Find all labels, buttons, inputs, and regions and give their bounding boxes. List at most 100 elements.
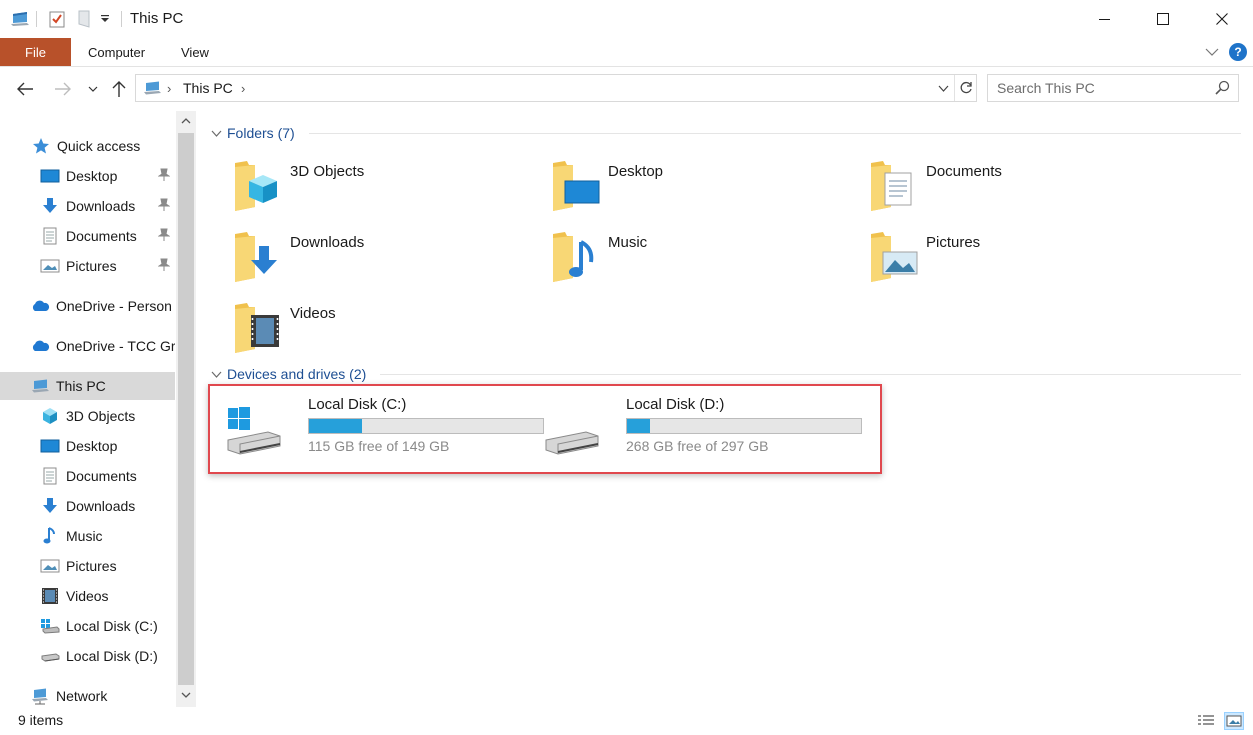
drive-icon <box>40 646 60 666</box>
sidebar-item-music[interactable]: Music <box>0 522 175 550</box>
minimize-icon <box>1099 19 1110 20</box>
desktop-icon <box>40 166 60 186</box>
new-folder-icon[interactable] <box>74 10 94 28</box>
group-divider <box>309 133 1241 134</box>
forward-arrow-icon <box>55 82 71 96</box>
sidebar-item-this-pc[interactable]: This PC <box>0 372 175 400</box>
refresh-button[interactable] <box>954 75 976 101</box>
address-dropdown-button[interactable] <box>934 75 952 101</box>
breadcrumb-this-pc[interactable]: This PC <box>183 80 233 96</box>
folder-documents[interactable]: Documents <box>869 157 1169 219</box>
scrollbar-thumb[interactable] <box>178 133 194 685</box>
sidebar-item-desktop-pinned[interactable]: Desktop <box>0 162 175 190</box>
tab-view[interactable]: View <box>181 38 209 66</box>
help-icon[interactable]: ? <box>1229 43 1247 61</box>
folder-videos[interactable]: Videos <box>233 299 533 361</box>
pin-icon[interactable] <box>158 198 170 212</box>
film-icon <box>40 586 60 606</box>
tab-computer[interactable]: Computer <box>88 38 145 66</box>
chevron-down-icon <box>88 86 98 92</box>
sidebar-item-documents-pinned[interactable]: Documents <box>0 222 175 250</box>
document-icon <box>40 226 60 246</box>
sidebar-item-quick-access[interactable]: Quick access <box>0 132 175 160</box>
navigation-bar: › This PC › <box>0 67 1253 111</box>
onedrive-icon <box>30 336 50 356</box>
sidebar-item-pictures[interactable]: Pictures <box>0 552 175 580</box>
tab-file[interactable]: File <box>0 38 71 66</box>
back-button[interactable] <box>12 77 38 101</box>
pin-icon[interactable] <box>158 258 170 272</box>
folders-group-header[interactable]: Folders (7) <box>209 123 295 143</box>
windows-drive-icon <box>40 616 60 636</box>
sidebar-item-onedrive-personal[interactable]: OneDrive - Person <box>0 292 175 320</box>
up-button[interactable] <box>108 77 130 101</box>
sidebar-item-pictures-pinned[interactable]: Pictures <box>0 252 175 280</box>
breadcrumb-chevron-icon[interactable]: › <box>241 81 245 96</box>
document-icon <box>40 466 60 486</box>
large-icons-view-icon[interactable] <box>1224 712 1244 730</box>
search-icon[interactable] <box>1215 80 1230 98</box>
breadcrumb-chevron-icon[interactable]: › <box>167 81 171 96</box>
minimize-button[interactable] <box>1082 0 1128 38</box>
pictures-icon <box>40 256 60 276</box>
group-divider <box>380 374 1241 375</box>
up-arrow-icon <box>112 81 126 97</box>
sidebar-item-local-disk-d[interactable]: Local Disk (D:) <box>0 642 175 670</box>
address-bar[interactable]: › This PC › <box>135 74 977 102</box>
customize-toolbar-icon[interactable] <box>98 10 112 28</box>
forward-button[interactable] <box>50 77 76 101</box>
content-pane: Folders (7) 3D Objects Desktop Documents… <box>197 111 1253 707</box>
sidebar-scrollbar[interactable] <box>176 111 196 707</box>
folder-desktop-icon <box>553 161 600 211</box>
status-bar: 9 items <box>0 707 1253 735</box>
properties-icon[interactable] <box>46 10 68 28</box>
folder-downloads[interactable]: Downloads <box>233 228 533 290</box>
computer-icon <box>143 81 163 98</box>
onedrive-icon <box>30 296 50 316</box>
folder-pictures[interactable]: Pictures <box>869 228 1169 290</box>
pictures-icon <box>40 556 60 576</box>
folder-pictures-icon <box>871 232 918 282</box>
ribbon: File Computer View ? <box>0 38 1253 67</box>
folder-music[interactable]: Music <box>551 228 851 290</box>
scroll-down-arrow-icon[interactable] <box>176 685 196 705</box>
sidebar-item-3d-objects[interactable]: 3D Objects <box>0 402 175 430</box>
sidebar-item-documents[interactable]: Documents <box>0 462 175 490</box>
folder-downloads-icon <box>235 232 277 282</box>
close-button[interactable] <box>1199 0 1245 38</box>
back-arrow-icon <box>17 82 33 96</box>
recent-locations-button[interactable] <box>85 77 101 101</box>
search-input[interactable] <box>988 75 1208 101</box>
star-icon <box>31 136 51 156</box>
folder-music-icon <box>553 232 594 282</box>
desktop-icon <box>40 436 60 456</box>
pin-icon[interactable] <box>158 168 170 182</box>
scroll-up-arrow-icon[interactable] <box>176 111 196 131</box>
details-view-icon[interactable] <box>1196 712 1216 730</box>
devices-group-header[interactable]: Devices and drives (2) <box>209 364 366 384</box>
maximize-button[interactable] <box>1140 0 1186 38</box>
download-icon <box>40 496 60 516</box>
download-icon <box>40 196 60 216</box>
folder-videos-icon <box>235 303 279 353</box>
sidebar-item-videos[interactable]: Videos <box>0 582 175 610</box>
search-box[interactable] <box>987 74 1239 102</box>
sidebar-item-network[interactable]: Network <box>0 682 175 710</box>
folder-documents-icon <box>871 161 912 211</box>
sidebar-item-downloads-pinned[interactable]: Downloads <box>0 192 175 220</box>
cube-icon <box>40 406 60 426</box>
folder-desktop[interactable]: Desktop <box>551 157 851 219</box>
sidebar-item-onedrive-tcc[interactable]: OneDrive - TCC Gr <box>0 332 175 360</box>
folder-3d-objects-icon <box>235 161 277 211</box>
folder-3d-objects[interactable]: 3D Objects <box>233 157 533 219</box>
close-icon <box>1216 13 1228 25</box>
title-separator <box>121 11 122 27</box>
pin-icon[interactable] <box>158 228 170 242</box>
expand-ribbon-chevron-down-icon[interactable] <box>1203 44 1221 60</box>
sidebar-item-downloads[interactable]: Downloads <box>0 492 175 520</box>
drives-highlight-box <box>208 384 882 474</box>
sidebar-item-local-disk-c[interactable]: Local Disk (C:) <box>0 612 175 640</box>
sidebar-item-desktop[interactable]: Desktop <box>0 432 175 460</box>
chevron-down-icon <box>938 85 948 92</box>
computer-icon[interactable] <box>8 10 32 28</box>
